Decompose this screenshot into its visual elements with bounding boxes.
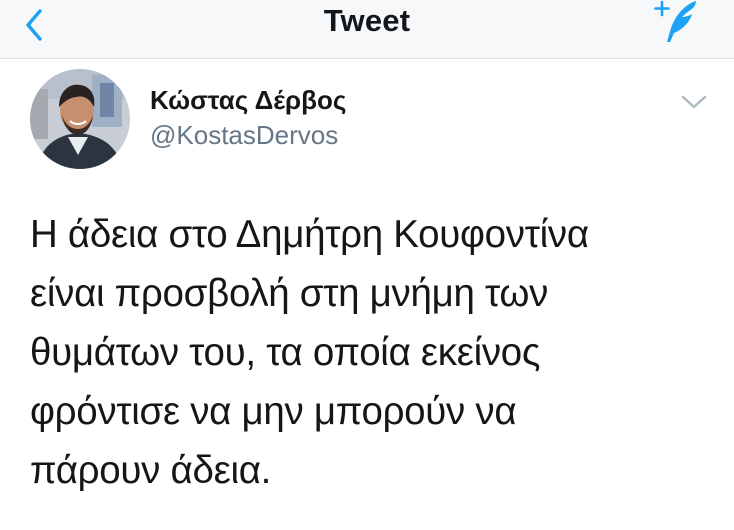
tweet-text-line: είναι προσβολή στη μνήμη των xyxy=(30,272,549,315)
tweet-text-line: πάρουν άδεια. xyxy=(30,449,272,492)
author-display-name[interactable]: Κώστας Δέρβος xyxy=(150,83,346,117)
page-title: Tweet xyxy=(323,3,411,38)
tweet-text: Η άδεια στο Δημήτρη Κουφοντίνα είναι προ… xyxy=(30,205,720,500)
tweet-detail: Κώστας Δέρβος @KostasDervos Η άδεια στο … xyxy=(0,59,734,530)
top-navigation-bar: Tweet xyxy=(0,0,734,59)
author-handle[interactable]: @KostasDervos xyxy=(150,118,338,152)
tweet-text-line: φρόντισε να μην μπορούν να xyxy=(30,390,517,433)
tweet-text-line: θυμάτων του, τα οποία εκείνος xyxy=(30,331,541,374)
compose-tweet-button[interactable] xyxy=(652,0,702,46)
chevron-down-icon xyxy=(681,95,707,109)
tweet-text-line: Η άδεια στο Δημήτρη Κουφοντίνα xyxy=(30,213,589,256)
avatar[interactable] xyxy=(30,69,130,169)
compose-tweet-icon xyxy=(654,0,696,42)
tweet-menu-button[interactable] xyxy=(678,91,710,113)
